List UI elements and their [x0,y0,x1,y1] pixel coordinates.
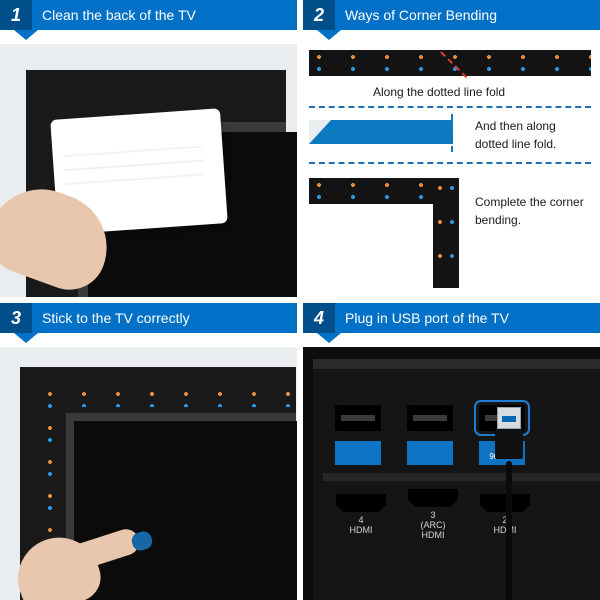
usb-tip [497,407,521,429]
applied-strip-top [40,387,290,407]
panel-2-content: Along the dotted line fold And then alon… [303,44,600,297]
panel-4-content: 5 V 900mA 4 HDMI 3 (ARC) HDMI [303,347,600,600]
divider-line [309,162,591,164]
step-number: 3 [0,303,32,333]
panel-1-content [0,44,297,297]
hdmi-slot-icon [336,494,386,512]
tv-screen [74,421,297,600]
port-1 [335,405,381,431]
panel-1: 1 Clean the back of the TV [0,0,297,297]
hdmi-slot-icon [480,494,530,512]
panel-2-header: 2 Ways of Corner Bending [303,0,600,30]
caption-step2a: And then along [475,118,556,135]
panel-3: 3 Stick to the TV correctly [0,303,297,600]
port-label [407,441,453,465]
hdmi-slot-icon [408,489,458,507]
step-title: Clean the back of the TV [32,7,196,23]
hdmi-port-4: 4 HDMI [335,494,387,536]
panel-4: 4 Plug in USB port of the TV 5 V 900mA [303,303,600,600]
caption-step1: Along the dotted line fold [373,84,505,101]
panel-separator [323,473,600,481]
arrow-down-icon [14,30,38,40]
led-strip-vertical [433,178,459,288]
hdmi-port-2: 2 HDMI [479,494,531,536]
folded-strip [309,120,453,144]
caption-step2b: dotted line fold. [475,136,556,153]
panel-3-content [0,347,297,600]
step-number: 2 [303,0,335,30]
hdmi-sub: HDMI [479,526,531,536]
instruction-grid: 1 Clean the back of the TV 2 Ways of Cor… [0,0,600,600]
port-label [335,441,381,465]
hdmi-port-3: 3 (ARC) HDMI [407,489,459,541]
step-title: Plug in USB port of the TV [335,310,509,326]
arrow-down-icon [317,333,341,343]
panel-4-header: 4 Plug in USB port of the TV [303,303,600,333]
panel-1-header: 1 Clean the back of the TV [0,0,297,30]
fold-line-vertical [451,114,453,152]
caption-step3a: Complete the corner [475,194,584,211]
hdmi-sub: HDMI [335,526,387,536]
step-number: 4 [303,303,335,333]
usb-plug-icon [494,407,524,461]
hdmi-row: 4 HDMI 3 (ARC) HDMI 2 HDMI [335,489,531,541]
panel-2: 2 Ways of Corner Bending Along the dotte… [303,0,600,297]
port-2 [407,405,453,431]
panel-3-header: 3 Stick to the TV correctly [0,303,297,333]
tv-back-panel: 5 V 900mA 4 HDMI 3 (ARC) HDMI [313,359,600,600]
usb-cable [506,461,512,600]
step-title: Stick to the TV correctly [32,310,190,326]
usb-body [495,429,523,459]
hdmi-sub: (ARC) HDMI [407,521,459,541]
arrow-down-icon [14,333,38,343]
step-number: 1 [0,0,32,30]
step-title: Ways of Corner Bending [335,7,497,23]
caption-step3b: bending. [475,212,521,229]
divider-line [309,106,591,108]
arrow-down-icon [317,30,341,40]
